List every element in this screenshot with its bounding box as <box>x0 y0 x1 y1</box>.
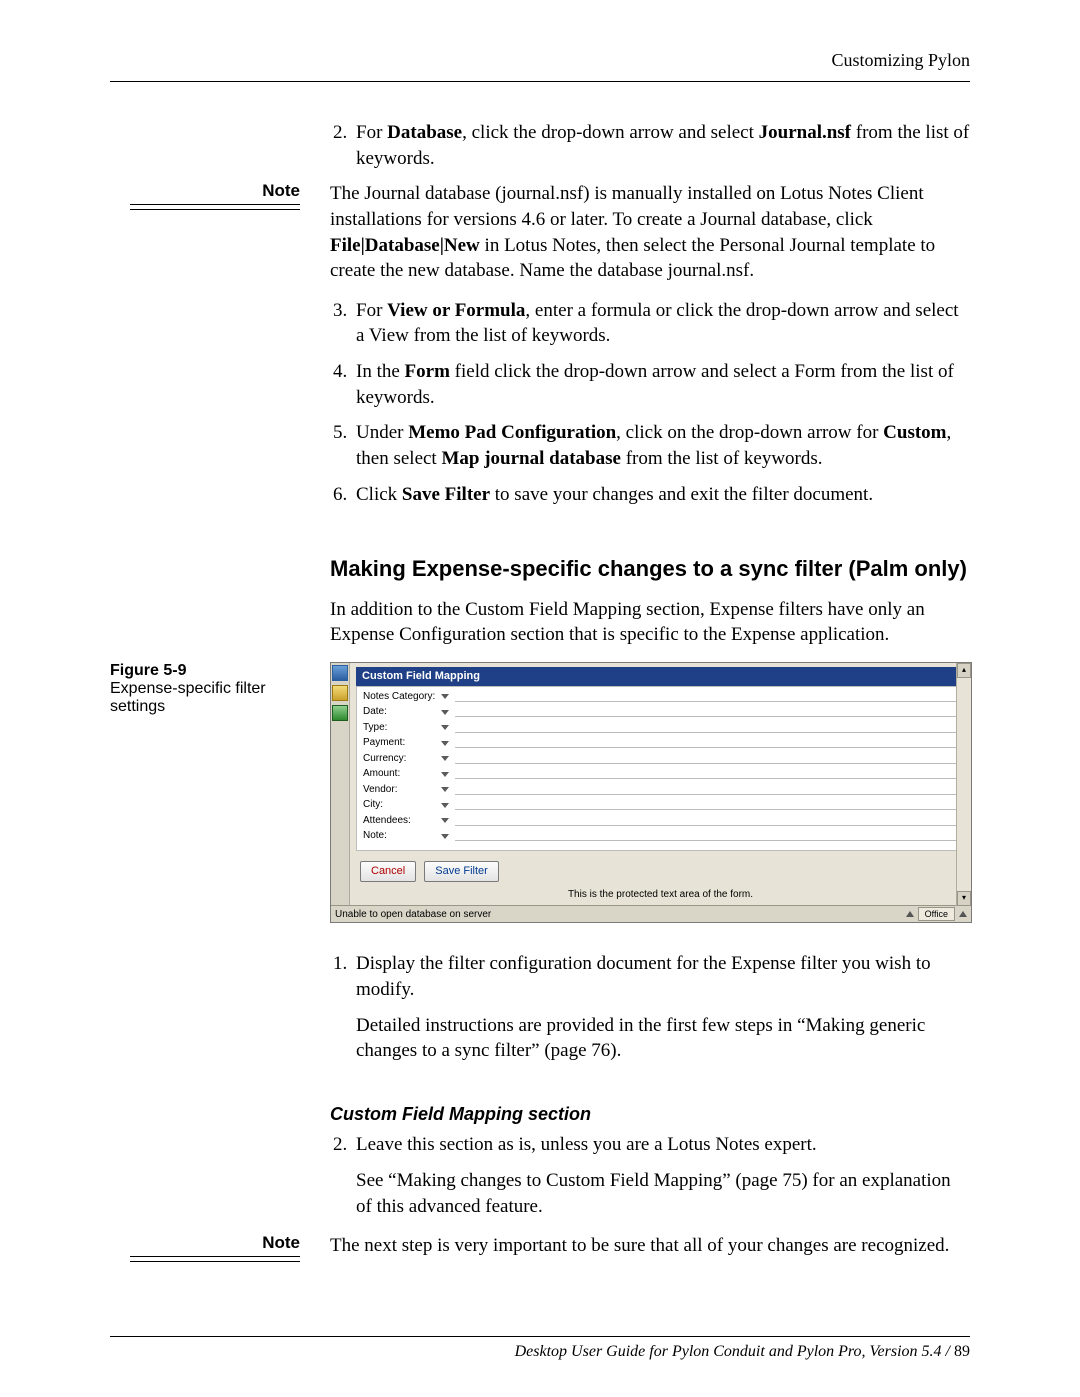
step-4: In the Form field click the drop-down ar… <box>352 359 970 410</box>
step-2: For Database, click the drop-down arrow … <box>352 120 970 171</box>
figure-screenshot: Custom Field Mapping Notes Category:Date… <box>330 662 972 923</box>
sidebar-icon[interactable] <box>332 685 348 701</box>
step-5: Under Memo Pad Configuration, click on t… <box>352 420 970 471</box>
sidebar-icon[interactable] <box>332 705 348 721</box>
lower-step-2-detail: See “Making changes to Custom Field Mapp… <box>356 1168 970 1219</box>
cfm-row: Note: <box>357 828 964 844</box>
cfm-row-label: Payment: <box>363 736 441 750</box>
status-indicator-icon <box>959 911 967 917</box>
notes-sidebar <box>331 663 350 905</box>
footer: Desktop User Guide for Pylon Conduit and… <box>515 1343 970 1361</box>
status-text: Unable to open database on server <box>335 908 491 922</box>
page: Customizing Pylon For Database, click th… <box>0 0 1080 1397</box>
running-header: Customizing Pylon <box>110 50 970 71</box>
cancel-button[interactable]: Cancel <box>360 861 416 882</box>
chevron-down-icon[interactable] <box>441 772 449 777</box>
cfm-row-field[interactable] <box>455 824 958 826</box>
cfm-row: Date: <box>357 704 964 720</box>
cfm-row-field[interactable] <box>455 808 958 810</box>
cfm-row-label: Notes Category: <box>363 690 441 704</box>
cfm-row: Payment: <box>357 735 964 751</box>
cfm-section-header: Custom Field Mapping <box>356 667 965 686</box>
lower-step-2: Leave this section as is, unless you are… <box>352 1132 970 1219</box>
note-label: Note <box>110 1233 320 1253</box>
chevron-down-icon[interactable] <box>441 710 449 715</box>
cfm-row-label: Vendor: <box>363 783 441 797</box>
cfm-row-label: Type: <box>363 721 441 735</box>
note-1: The Journal database (journal.nsf) is ma… <box>330 181 970 284</box>
cfm-subheading: Custom Field Mapping section <box>330 1102 970 1126</box>
chevron-down-icon[interactable] <box>441 834 449 839</box>
status-office[interactable]: Office <box>918 907 955 921</box>
cfm-row-field[interactable] <box>455 715 958 717</box>
cfm-row-label: Currency: <box>363 752 441 766</box>
cfm-row: Notes Category: <box>357 689 964 705</box>
chevron-down-icon[interactable] <box>441 803 449 808</box>
cfm-row: Amount: <box>357 766 964 782</box>
protected-text: This is the protected text area of the f… <box>356 888 965 904</box>
cfm-row-field[interactable] <box>455 731 958 733</box>
chevron-down-icon[interactable] <box>441 725 449 730</box>
cfm-row-field[interactable] <box>455 762 958 764</box>
note-2: The next step is very important to be su… <box>330 1233 970 1259</box>
content-grid: For Database, click the drop-down arrow … <box>110 120 970 1273</box>
cfm-row: City: <box>357 797 964 813</box>
cfm-row-field[interactable] <box>455 793 958 795</box>
cfm-row-field[interactable] <box>455 839 958 841</box>
cfm-row: Type: <box>357 720 964 736</box>
save-filter-button[interactable]: Save Filter <box>424 861 499 882</box>
cfm-row-field[interactable] <box>455 777 958 779</box>
section-heading: Making Expense-specific changes to a syn… <box>330 555 970 583</box>
cfm-row-label: City: <box>363 798 441 812</box>
cfm-row-label: Date: <box>363 705 441 719</box>
figure-caption: Figure 5-9 Expense-specific filter setti… <box>110 662 320 716</box>
footer-rule <box>110 1336 970 1337</box>
scroll-up-icon[interactable]: ▴ <box>957 663 971 678</box>
step-3: For View or Formula, enter a formula or … <box>352 298 970 349</box>
header-rule <box>110 81 970 82</box>
chevron-down-icon[interactable] <box>441 741 449 746</box>
cfm-row-field[interactable] <box>455 700 958 702</box>
cfm-row: Currency: <box>357 751 964 767</box>
cfm-row-field[interactable] <box>455 746 958 748</box>
chevron-down-icon[interactable] <box>441 818 449 823</box>
lower-step-1: Display the filter configuration documen… <box>352 951 970 1064</box>
note-label: Note <box>110 181 320 201</box>
scroll-down-icon[interactable]: ▾ <box>957 891 971 906</box>
section-intro: In addition to the Custom Field Mapping … <box>330 597 970 648</box>
step-6: Click Save Filter to save your changes a… <box>352 482 970 508</box>
vertical-scrollbar[interactable]: ▴ ▾ <box>956 663 971 906</box>
status-indicator-icon <box>906 911 914 917</box>
status-bar: Unable to open database on server Office <box>331 905 971 922</box>
cfm-row-label: Amount: <box>363 767 441 781</box>
cfm-row: Vendor: <box>357 782 964 798</box>
cfm-row-label: Attendees: <box>363 814 441 828</box>
note-rule <box>130 204 300 210</box>
cfm-rows: Notes Category:Date: Type:Payment: Currenc… <box>356 686 965 851</box>
cfm-row-label: Note: <box>363 829 441 843</box>
chevron-down-icon[interactable] <box>441 694 449 699</box>
sidebar-icon[interactable] <box>332 665 348 681</box>
chevron-down-icon[interactable] <box>441 756 449 761</box>
note-rule <box>130 1256 300 1262</box>
lower-step-1-detail: Detailed instructions are provided in th… <box>356 1013 970 1064</box>
chevron-down-icon[interactable] <box>441 787 449 792</box>
cfm-row: Attendees: <box>357 813 964 829</box>
